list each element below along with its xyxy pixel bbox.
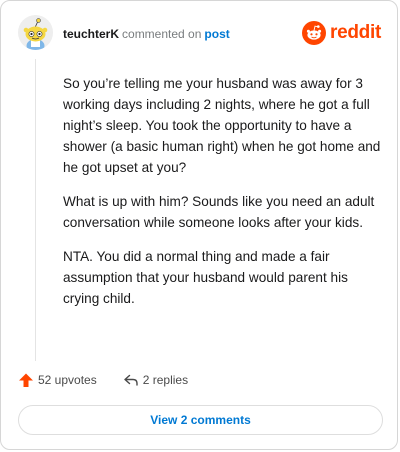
reddit-snoo-icon	[302, 21, 327, 45]
view-comments-button[interactable]: View 2 comments	[18, 405, 383, 435]
thread-line[interactable]	[35, 59, 36, 361]
comment-meta: teuchterK commented on post	[63, 27, 230, 41]
reddit-logo[interactable]: reddit	[302, 20, 381, 46]
comment-body: So you’re telling me your husband was aw…	[63, 73, 385, 322]
reddit-wordmark: reddit	[330, 22, 381, 43]
replies-button[interactable]: 2 replies	[123, 372, 188, 388]
upvote-arrow-icon	[19, 373, 33, 387]
comment-paragraph: So you’re telling me your husband was aw…	[63, 76, 381, 175]
replies-count: 2 replies	[142, 373, 189, 387]
comment-card: teuchterK commented on post reddit So you’…	[0, 0, 398, 450]
reply-arrow-icon	[124, 374, 138, 386]
comment-header: teuchterK commented on post reddit	[18, 15, 381, 53]
comment-paragraph: What is up with him? Sounds like you nee…	[63, 194, 375, 230]
user-avatar[interactable]	[18, 15, 53, 50]
post-link[interactable]: post	[204, 27, 229, 41]
upvotes-count: 52 upvotes	[38, 373, 97, 387]
comment-paragraph: NTA. You did a normal thing and made a f…	[63, 249, 348, 306]
username-link[interactable]: teuchterK	[63, 27, 119, 41]
snoo-avatar-icon	[18, 15, 53, 50]
upvote-button[interactable]: 52 upvotes	[18, 372, 97, 388]
comment-actions: 52 upvotes 2 replies	[18, 370, 188, 390]
commented-on-text: commented on	[122, 27, 202, 41]
